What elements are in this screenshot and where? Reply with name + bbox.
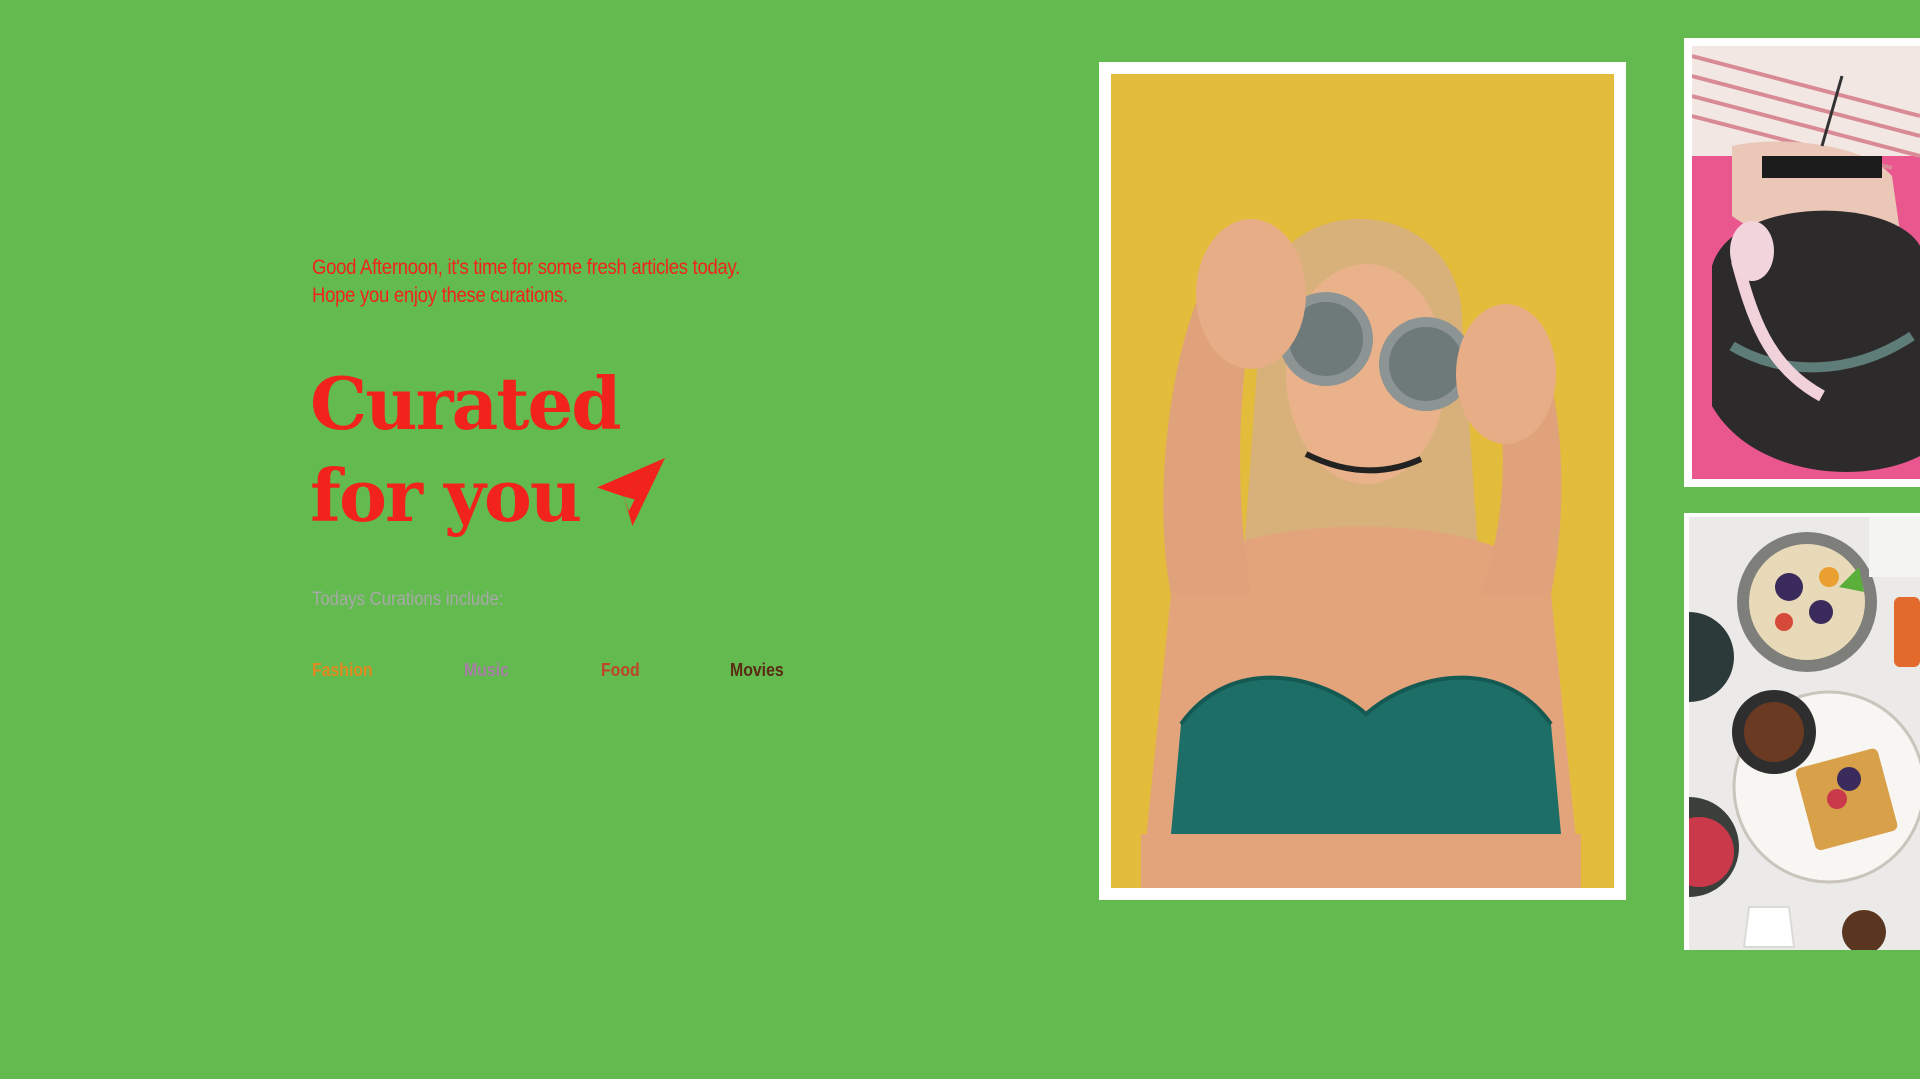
music-photo [1692, 46, 1920, 479]
headline-line-2: for you [310, 453, 582, 538]
fashion-photo [1111, 74, 1614, 888]
food-photo-card[interactable] [1684, 513, 1920, 950]
category-fashion[interactable]: Fashion [312, 660, 373, 681]
greeting-line-2: Hope you enjoy these curations. [312, 284, 568, 307]
greeting-line-1: Good Afternoon, it's time for some fresh… [312, 256, 741, 279]
category-list: Fashion Music Food Movies [312, 660, 792, 688]
curations-label: Todays Curations include: [312, 589, 504, 610]
headline-line-2-wrap: for you [310, 450, 668, 542]
headline-line-1: Curated [310, 361, 622, 446]
category-movies[interactable]: Movies [730, 660, 784, 681]
food-photo [1689, 517, 1920, 950]
category-music[interactable]: Music [464, 660, 509, 681]
page-headline: Curated for you [310, 358, 668, 542]
category-food[interactable]: Food [601, 660, 640, 681]
fashion-photo-card[interactable] [1099, 62, 1626, 900]
music-photo-card[interactable] [1684, 38, 1920, 487]
paper-plane-icon [597, 457, 666, 527]
greeting-block: Good Afternoon, it's time for some fresh… [312, 254, 832, 310]
